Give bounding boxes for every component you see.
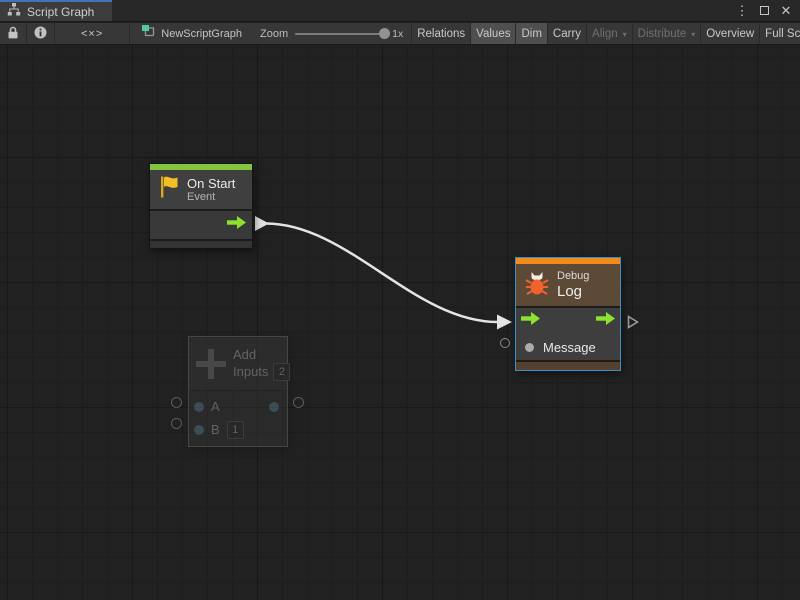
- script-graph-icon: [142, 25, 156, 43]
- code-preview-toggle[interactable]: <×>: [55, 23, 130, 44]
- add-header: Add Inputs 2: [189, 337, 287, 390]
- plus-icon: [196, 349, 226, 379]
- chevron-down-icon: ▾: [691, 30, 695, 39]
- bug-icon: [524, 270, 550, 301]
- port-row-b: B 1: [189, 418, 287, 441]
- title-bar: Script Graph ⋮ ✕: [0, 0, 800, 22]
- align-label: Align: [592, 28, 618, 40]
- lock-button[interactable]: [0, 23, 27, 44]
- info-button[interactable]: [27, 23, 55, 44]
- overview-button[interactable]: Overview: [701, 23, 760, 44]
- fullscreen-button[interactable]: Full Screen: [760, 23, 800, 44]
- tab-title: Script Graph: [27, 5, 94, 19]
- port-row-a: A: [189, 395, 287, 418]
- flag-icon: [158, 174, 179, 205]
- on-start-footer: [150, 239, 252, 248]
- trigger-output-port-icon[interactable]: [227, 216, 246, 234]
- input-port-b-icon[interactable]: [194, 425, 204, 435]
- add-ports: A B 1: [189, 390, 287, 446]
- window-controls: ⋮ ✕: [734, 0, 800, 21]
- zoom-control: Zoom 1x: [252, 23, 412, 44]
- unconnected-message-input-icon[interactable]: [500, 338, 510, 348]
- script-graph-window: Script Graph ⋮ ✕: [0, 0, 800, 600]
- node-add-dimmed[interactable]: Add Inputs 2 A B 1: [188, 336, 288, 447]
- port-b-value-field[interactable]: 1: [227, 421, 244, 439]
- unconnected-trigger-output-icon[interactable]: [627, 315, 639, 334]
- zoom-slider[interactable]: [295, 33, 385, 35]
- debug-log-header: Debug Log: [516, 264, 620, 306]
- unconnected-input-b-icon[interactable]: [171, 418, 182, 429]
- port-b-label: B: [211, 422, 220, 438]
- output-port-icon[interactable]: [269, 402, 279, 412]
- padlock-icon: [7, 26, 19, 42]
- trigger-output-port-icon[interactable]: [596, 312, 615, 330]
- values-button[interactable]: Values: [471, 23, 516, 44]
- input-port-a-icon[interactable]: [194, 402, 204, 412]
- input-count-field[interactable]: 2: [273, 363, 290, 381]
- node-debug-log[interactable]: Debug Log: [515, 257, 621, 371]
- graph-canvas[interactable]: On Start Event: [0, 45, 800, 600]
- graph-hierarchy-icon: [7, 3, 21, 21]
- debug-trigger-ports: [516, 306, 620, 334]
- info-circle-icon: [34, 26, 47, 42]
- message-label: Message: [543, 340, 596, 355]
- zoom-value: 1x: [392, 28, 403, 40]
- unconnected-output-icon[interactable]: [293, 397, 304, 408]
- wire-end-arrow-icon: [497, 315, 512, 330]
- debug-log-footer: [516, 360, 620, 370]
- code-brackets-icon: <×>: [81, 28, 103, 40]
- carry-button[interactable]: Carry: [548, 23, 587, 44]
- node-title: Log: [557, 283, 589, 301]
- dim-button[interactable]: Dim: [516, 23, 547, 44]
- relations-button[interactable]: Relations: [412, 23, 471, 44]
- connection-wire[interactable]: [0, 45, 800, 600]
- message-input-port-icon[interactable]: [525, 343, 534, 352]
- node-category: Debug: [557, 270, 589, 283]
- maximize-icon[interactable]: [756, 2, 772, 20]
- node-subtitle: Event: [187, 191, 235, 204]
- chevron-down-icon: ▾: [623, 30, 627, 39]
- window-menu-icon[interactable]: ⋮: [734, 2, 750, 20]
- node-title-line2: Inputs: [233, 364, 268, 380]
- node-title-line1: Add: [233, 347, 290, 363]
- port-a-label: A: [211, 399, 220, 415]
- trigger-input-port-icon[interactable]: [521, 312, 540, 330]
- zoom-slider-handle[interactable]: [379, 28, 390, 39]
- graph-name: NewScriptGraph: [161, 28, 242, 40]
- align-button[interactable]: Align ▾: [587, 23, 633, 44]
- node-on-start[interactable]: On Start Event: [149, 163, 253, 249]
- tab-script-graph[interactable]: Script Graph: [0, 0, 112, 21]
- on-start-header: On Start Event: [150, 170, 252, 209]
- unconnected-input-a-icon[interactable]: [171, 397, 182, 408]
- zoom-label: Zoom: [260, 28, 288, 40]
- on-start-ports: [150, 209, 252, 239]
- debug-message-row: Message: [516, 334, 620, 360]
- close-icon[interactable]: ✕: [778, 2, 794, 20]
- graph-toolbar: <×> NewScriptGraph Zoom 1x Relations Val…: [0, 23, 800, 45]
- node-title: On Start: [187, 176, 235, 191]
- wire-start-arrow-icon: [255, 216, 269, 231]
- distribute-label: Distribute: [638, 28, 687, 40]
- graph-breadcrumb[interactable]: NewScriptGraph: [132, 23, 252, 44]
- distribute-button[interactable]: Distribute ▾: [633, 23, 702, 44]
